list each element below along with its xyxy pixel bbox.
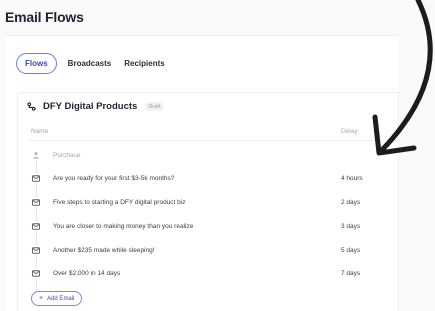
email-row[interactable]: Five steps to starting a DFY digital pro… [31,196,185,208]
email-row[interactable]: Over $2,000 in 14 days [31,267,120,279]
trigger-row[interactable]: Purchase [31,149,80,161]
flow-icon [27,102,37,112]
tab-recipients[interactable]: Recipients [124,59,164,68]
email-delay: 3 days [341,223,361,230]
mail-icon [31,221,41,231]
email-row[interactable]: Are you ready for your first $3-5k month… [31,172,174,184]
email-row[interactable]: Another $235 made while sleeping! [31,244,155,256]
add-email-button[interactable]: + Add Email [31,291,83,306]
mail-icon [31,245,41,255]
email-delay: 4 hours [341,175,363,182]
email-subject: Another $235 made while sleeping! [53,246,155,254]
page-title: Email Flows [5,9,84,25]
tab-flows[interactable]: Flows [16,52,57,74]
mail-icon [31,268,41,278]
email-subject: Five steps to starting a DFY digital pro… [53,198,186,206]
email-subject: Are you ready for your first $3-5k month… [53,174,175,182]
trigger-label: Purchase [53,151,81,159]
email-flows-page: Email Flows Flows Broadcasts Recipients … [0,0,435,311]
email-subject: You are closer to making money than you … [53,222,194,230]
column-header-name: Name [31,128,49,135]
mail-icon [31,197,41,207]
mail-icon [31,173,41,183]
email-delay: 5 days [341,247,361,254]
tab-broadcasts[interactable]: Broadcasts [68,59,112,68]
header-divider [27,140,397,141]
status-badge: Draft [145,102,164,111]
email-delay: 2 days [341,199,361,206]
add-email-label: Add Email [47,295,75,302]
flow-card-header: DFY Digital Products Draft [27,101,164,112]
email-subject: Over $2,000 in 14 days [53,269,121,277]
column-header-delay: Delay [341,128,358,135]
plus-icon: + [39,295,44,302]
email-row[interactable]: You are closer to making money than you … [31,220,193,232]
curved-arrow-icon [372,0,433,156]
user-icon [31,150,41,160]
flow-name[interactable]: DFY Digital Products [43,101,137,112]
tab-bar: Flows Broadcasts Recipients [16,52,178,74]
email-delay: 7 days [341,270,361,277]
